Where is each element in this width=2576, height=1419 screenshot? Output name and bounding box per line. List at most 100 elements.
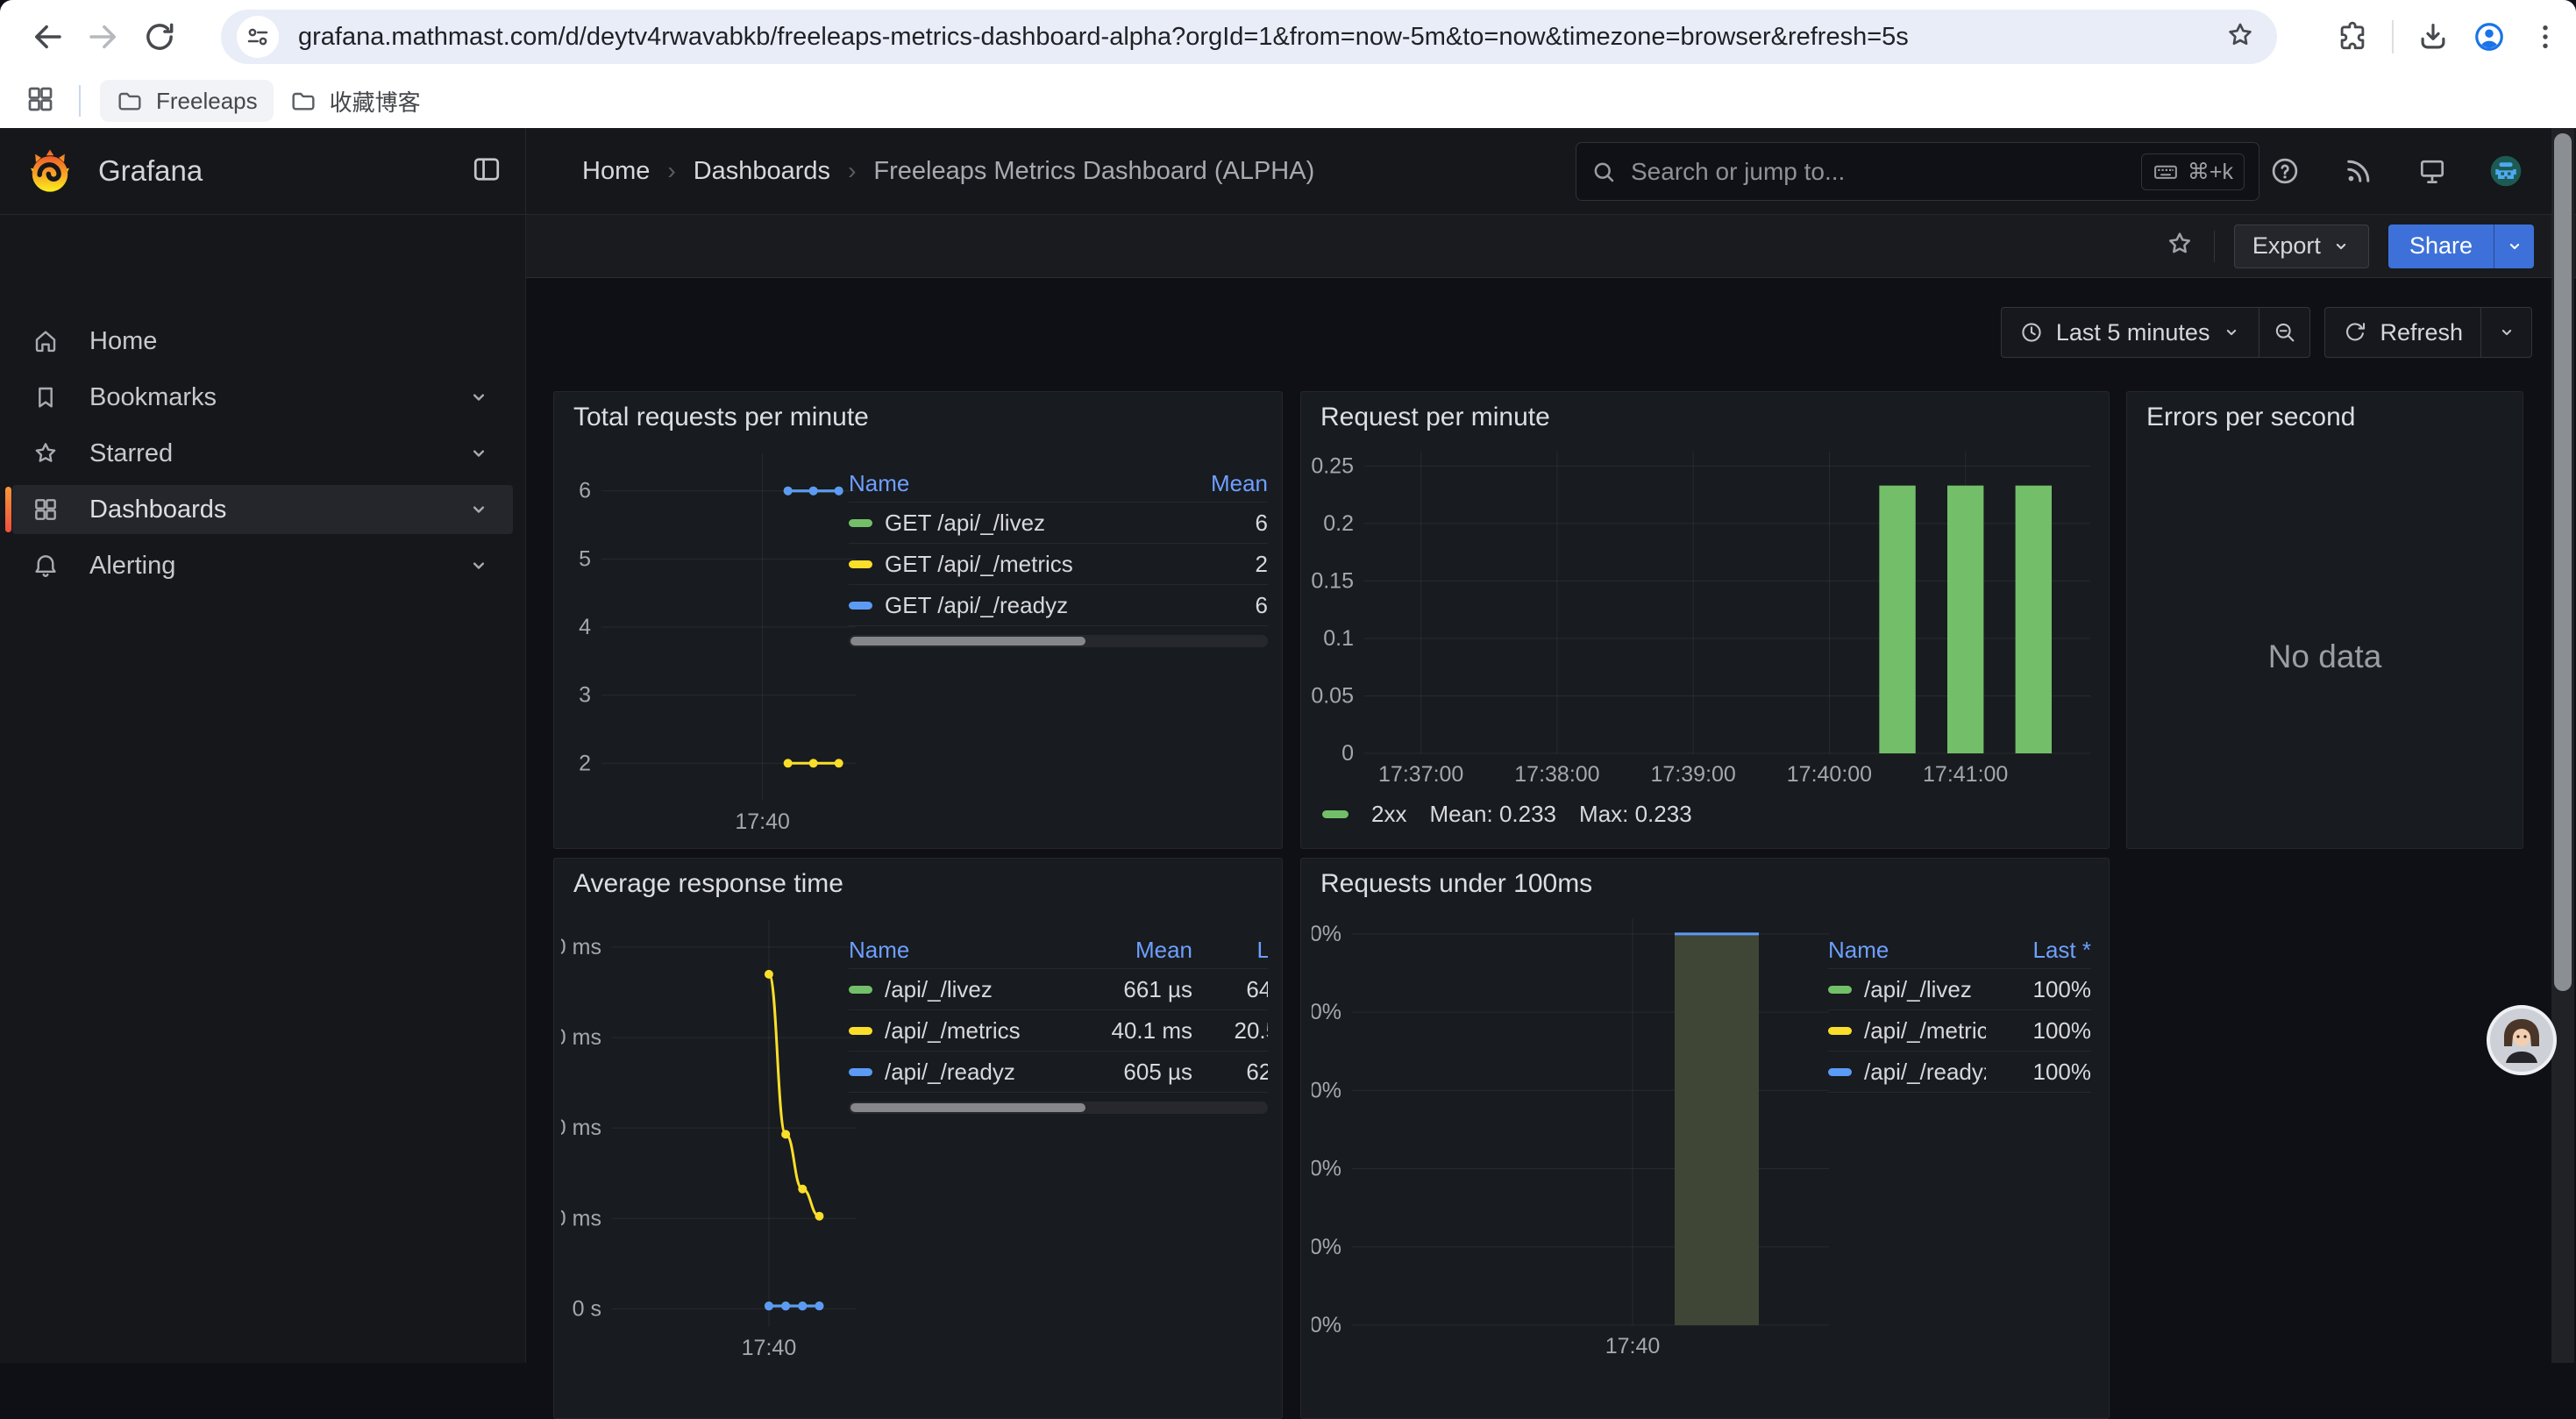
panel-title[interactable]: Average response time	[573, 869, 843, 899]
news-rss-icon[interactable]	[2343, 155, 2374, 187]
scrollbar-thumb[interactable]	[850, 637, 1085, 645]
series-value: 100%	[1986, 1059, 2091, 1086]
bell-icon	[32, 552, 60, 580]
legend-series-row[interactable]: GET /api/_/livez6	[849, 503, 1268, 544]
site-settings-button[interactable]	[237, 16, 279, 58]
series-swatch	[849, 1027, 872, 1035]
chevron-down-icon	[2222, 323, 2241, 342]
legend-series-row[interactable]: /api/_/livez661 µs646 µs	[849, 969, 1268, 1010]
chevron-down-icon	[467, 554, 490, 577]
legend-column-name[interactable]: Name	[849, 470, 1171, 497]
legend-series-row[interactable]: GET /api/_/readyz6	[849, 585, 1268, 626]
legend-series-row[interactable]: /api/_/metrics40.1 ms20.5 ms	[849, 1010, 1268, 1052]
panel-requests-under-100ms: Requests under 100ms 0%20%40%60%80%100%1…	[1300, 858, 2110, 1419]
svg-text:4: 4	[579, 615, 591, 639]
series-value: 661 µs	[1056, 976, 1192, 1003]
panel-title[interactable]: Request per minute	[1320, 403, 1550, 432]
time-range-picker[interactable]: Last 5 minutes	[2002, 308, 2259, 357]
chart-canvas[interactable]: 0%20%40%60%80%100%17:40	[1312, 908, 1838, 1364]
legend-column-name[interactable]: Name	[849, 937, 1056, 964]
scrollbar-thumb[interactable]	[850, 1103, 1085, 1112]
bookmark-folder-freeleaps[interactable]: Freeleaps	[100, 80, 274, 122]
browser-menu-icon[interactable]	[2529, 20, 2562, 53]
legend-column-name[interactable]: Name	[1828, 937, 1986, 964]
zoom-out-time-button[interactable]	[2259, 308, 2309, 357]
series-value: 620 µs	[1192, 1059, 1268, 1086]
bookmark-page-button[interactable]	[2224, 19, 2256, 55]
grid-icon	[32, 496, 60, 524]
url-text[interactable]: grafana.mathmast.com/d/deytv4rwavabkb/fr…	[298, 23, 2210, 52]
kiosk-monitor-icon[interactable]	[2416, 155, 2448, 187]
sidebar-item-alerting[interactable]: Alerting	[12, 541, 513, 590]
sidebar-item-home[interactable]: Home	[12, 317, 513, 366]
bookmark-icon	[32, 383, 60, 411]
sidebar-item-starred[interactable]: Starred	[12, 429, 513, 478]
legend-series-row[interactable]: /api/_/livez100%	[1828, 969, 2091, 1010]
page-scrollbar[interactable]	[2551, 128, 2574, 1363]
series-name: GET /api/_/readyz	[885, 592, 1068, 619]
svg-text:20%: 20%	[1312, 1235, 1341, 1259]
breadcrumb-home[interactable]: Home	[582, 157, 650, 186]
share-dropdown-button[interactable]	[2494, 225, 2534, 268]
svg-text:60 ms: 60 ms	[561, 1025, 601, 1050]
scrollbar-thumb[interactable]	[2554, 133, 2572, 991]
grafana-header: Grafana Home › Dashboards › Freeleaps Me…	[0, 128, 2576, 215]
svg-text:3: 3	[579, 683, 591, 708]
series-value: 40.1 ms	[1056, 1017, 1192, 1045]
svg-text:17:40: 17:40	[742, 1336, 797, 1360]
panel-title[interactable]: Requests under 100ms	[1320, 869, 1592, 899]
reload-button[interactable]	[132, 9, 188, 65]
bookmark-star-icon	[2224, 19, 2256, 51]
series-value: 646 µs	[1192, 976, 1268, 1003]
legend-series-row[interactable]: /api/_/metrics100%	[1828, 1010, 2091, 1052]
refresh-button[interactable]: Refresh	[2325, 308, 2480, 357]
export-button[interactable]: Export	[2234, 225, 2369, 268]
refresh-interval-dropdown[interactable]	[2480, 308, 2531, 357]
url-bar[interactable]: grafana.mathmast.com/d/deytv4rwavabkb/fr…	[221, 10, 2277, 64]
chart-canvas[interactable]: 00.050.10.150.20.2517:37:0017:38:0017:39…	[1310, 441, 2099, 792]
favorite-dashboard-button[interactable]	[2165, 229, 2195, 263]
apps-grid-icon	[25, 83, 56, 115]
legend-horizontal-scrollbar[interactable]	[849, 635, 1268, 647]
downloads-icon[interactable]	[2416, 20, 2450, 53]
sidebar-toggle-button[interactable]	[471, 153, 502, 189]
search-input[interactable]: Search or jump to... ⌘+k	[1576, 142, 2259, 201]
grafana-logo[interactable]	[26, 147, 74, 195]
user-avatar[interactable]	[2490, 155, 2522, 187]
svg-text:17:39:00: 17:39:00	[1651, 762, 1736, 787]
panel-title[interactable]: Errors per second	[2146, 403, 2355, 432]
legend-horizontal-scrollbar[interactable]	[849, 1102, 1268, 1114]
svg-text:80%: 80%	[1312, 1000, 1341, 1024]
legend-series-row[interactable]: /api/_/readyz100%	[1828, 1052, 2091, 1093]
share-button[interactable]: Share	[2388, 225, 2494, 268]
chart-canvas[interactable]: 0 s20 ms40 ms60 ms80 ms17:40	[561, 909, 865, 1366]
forward-icon	[85, 18, 122, 55]
sidebar-item-bookmarks[interactable]: Bookmarks	[12, 373, 513, 422]
star-icon	[32, 439, 60, 467]
bookmark-folder-blogs[interactable]: 收藏博客	[274, 78, 437, 125]
svg-text:17:41:00: 17:41:00	[1923, 762, 2008, 787]
svg-text:0 s: 0 s	[573, 1296, 601, 1321]
legend-series-row[interactable]: /api/_/readyz605 µs620 µs	[849, 1052, 1268, 1093]
zoom-out-icon	[2273, 320, 2297, 345]
back-button[interactable]	[19, 9, 75, 65]
sidebar-item-dashboards[interactable]: Dashboards	[12, 485, 513, 534]
legend-column-mean[interactable]: Mean	[1056, 937, 1192, 964]
extensions-icon[interactable]	[2336, 20, 2369, 53]
chart-canvas[interactable]: 2345617:40	[561, 443, 865, 839]
help-icon[interactable]	[2269, 155, 2301, 187]
series-value: 605 µs	[1056, 1059, 1192, 1086]
assistant-avatar-widget[interactable]	[2487, 1005, 2557, 1075]
series-value: 20.5 ms	[1192, 1017, 1268, 1045]
panel-title[interactable]: Total requests per minute	[573, 403, 869, 432]
legend-column-mean[interactable]: Mean	[1171, 470, 1268, 497]
legend-column-last[interactable]: Last *	[1192, 937, 1268, 964]
dashboard-actions-row: Export Share	[526, 215, 2576, 278]
apps-shortcut-button[interactable]	[25, 83, 56, 119]
breadcrumb-dashboards[interactable]: Dashboards	[694, 157, 830, 186]
profile-icon[interactable]	[2473, 20, 2506, 53]
forward-button[interactable]	[75, 9, 132, 65]
legend-row[interactable]: 2xx Mean: 0.233 Max: 0.233	[1322, 801, 1692, 828]
legend-series-row[interactable]: GET /api/_/metrics2	[849, 544, 1268, 585]
legend-column-last[interactable]: Last *	[1986, 937, 2091, 964]
